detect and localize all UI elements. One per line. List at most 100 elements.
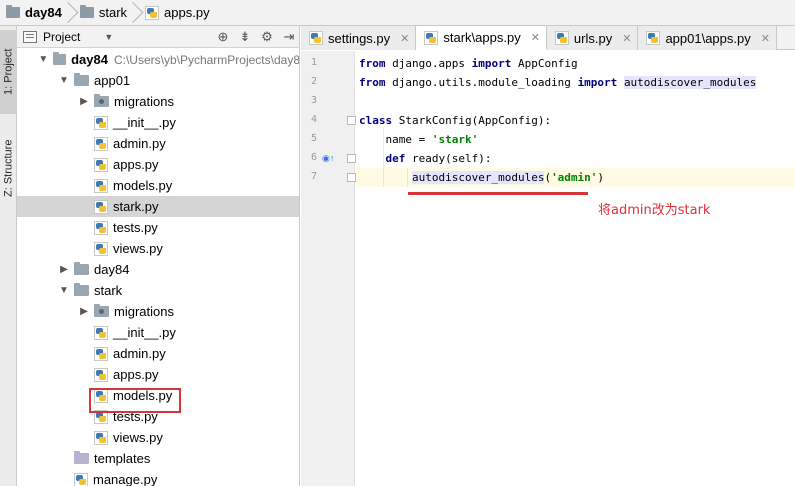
- project-view-dropdown[interactable]: Project: [43, 30, 80, 44]
- python-file-icon: [94, 157, 108, 172]
- code-token: autodiscover_modules: [623, 76, 757, 89]
- tree-item[interactable]: ▶ day84: [17, 259, 299, 280]
- folder-icon: [74, 73, 89, 86]
- close-icon[interactable]: ✕: [761, 32, 770, 45]
- tree-item[interactable]: admin.py: [17, 343, 299, 364]
- tree-item[interactable]: admin.py: [17, 133, 299, 154]
- chevron-down-icon[interactable]: ▼: [37, 54, 50, 65]
- code-line[interactable]: from django.utils.module_loading import …: [359, 73, 757, 92]
- tree-item-label: tests.py: [113, 220, 158, 235]
- tree-item[interactable]: models.py: [17, 175, 299, 196]
- editor-tab[interactable]: settings.py ✕: [301, 26, 417, 50]
- tree-item[interactable]: views.py: [17, 427, 299, 448]
- code-token: ready(self):: [405, 152, 492, 165]
- tool-window-strip: 1: Project Z: Structure: [0, 26, 17, 486]
- locate-target-icon[interactable]: ⊕: [215, 29, 231, 45]
- tree-item-label: admin.py: [113, 346, 166, 361]
- chevron-right-icon[interactable]: ▶: [57, 264, 71, 275]
- tree-item-label: stark: [94, 283, 123, 298]
- python-file-icon: [94, 178, 108, 193]
- editor-tab[interactable]: urls.py ✕: [546, 26, 639, 50]
- package-folder-icon: [94, 304, 109, 317]
- breadcrumb-item[interactable]: apps.py: [143, 2, 214, 24]
- code-line[interactable]: def ready(self):: [359, 149, 492, 168]
- override-method-icon[interactable]: ◉↑: [322, 153, 334, 164]
- tree-item[interactable]: apps.py: [17, 154, 299, 175]
- line-number: 5: [310, 133, 317, 144]
- python-file-icon: [94, 367, 108, 382]
- project-view-icon: [23, 30, 37, 43]
- tree-item-label: views.py: [113, 241, 163, 256]
- python-file-icon: [94, 115, 108, 130]
- editor-tab-bar: settings.py ✕ stark\apps.py ✕ urls.py ✕ app01\…: [301, 26, 795, 50]
- tree-item[interactable]: __init__.py: [17, 112, 299, 133]
- python-file-icon: [424, 30, 439, 45]
- navigation-breadcrumb: day84 stark apps.py: [0, 0, 795, 26]
- tree-item-label: views.py: [113, 430, 163, 445]
- chevron-right-icon[interactable]: ▶: [77, 306, 91, 317]
- code-line[interactable]: autodiscover_modules('admin'): [359, 168, 604, 187]
- chevron-right-icon[interactable]: ▶: [77, 96, 91, 107]
- python-file-icon: [94, 136, 108, 151]
- code-line[interactable]: name = 'stark': [359, 130, 478, 149]
- tree-item-label: migrations: [114, 94, 174, 109]
- project-tool-tab[interactable]: 1: Project: [0, 30, 17, 114]
- tree-item-label: models.py: [113, 178, 173, 193]
- structure-tool-tab[interactable]: Z: Structure: [0, 120, 17, 216]
- tree-item[interactable]: ▼ stark: [17, 280, 299, 301]
- editor-tab[interactable]: app01\apps.py ✕: [638, 26, 777, 50]
- templates-folder-icon: [74, 451, 89, 464]
- tree-item[interactable]: manage.py: [17, 469, 299, 486]
- folder-icon: [74, 283, 89, 296]
- line-number: 3: [310, 95, 317, 106]
- tree-item[interactable]: tests.py: [17, 217, 299, 238]
- tree-item-label: manage.py: [93, 472, 158, 486]
- code-line[interactable]: class StarkConfig(AppConfig):: [359, 111, 551, 130]
- tree-item[interactable]: templates: [17, 448, 299, 469]
- editor-tab[interactable]: stark\apps.py ✕: [416, 26, 547, 50]
- gear-icon[interactable]: ⚙: [259, 29, 275, 45]
- chevron-down-icon[interactable]: ▼: [57, 75, 71, 86]
- tree-item[interactable]: ▶ migrations: [17, 301, 299, 322]
- chevron-down-icon[interactable]: ▼: [104, 32, 113, 42]
- close-icon[interactable]: ✕: [400, 32, 409, 45]
- tree-item[interactable]: ▼ day84 C:\Users\yb\PycharmProjects\day8: [17, 49, 299, 70]
- close-icon[interactable]: ✕: [622, 32, 631, 45]
- annotation-text: 将admin改为stark: [598, 203, 711, 218]
- python-file-icon: [94, 325, 108, 340]
- package-folder-icon: [94, 94, 109, 107]
- code-token: import: [577, 76, 618, 89]
- tree-item-label: apps.py: [113, 367, 159, 382]
- breadcrumb-item-label: apps.py: [164, 5, 210, 20]
- tree-item[interactable]: stark.py: [17, 196, 299, 217]
- tree-item[interactable]: __init__.py: [17, 322, 299, 343]
- editor-tab-label: app01\apps.py: [665, 30, 751, 46]
- tree-item-label: templates: [94, 451, 151, 466]
- tree-item[interactable]: views.py: [17, 238, 299, 259]
- chevron-down-icon[interactable]: ▼: [57, 285, 71, 296]
- close-icon[interactable]: ✕: [531, 31, 540, 44]
- code-token: django.apps: [385, 57, 472, 70]
- code-token: name =: [359, 133, 432, 146]
- tree-item[interactable]: ▼ app01: [17, 70, 299, 91]
- folder-icon: [6, 5, 20, 18]
- python-file-icon: [145, 5, 160, 20]
- line-number: 1: [310, 57, 317, 68]
- line-number: 4: [310, 114, 317, 125]
- code-editor[interactable]: 1 2 3 4 5 6 7 ◉↑ from django.apps import AppCon…: [301, 51, 795, 486]
- tree-item[interactable]: ▶ migrations: [17, 91, 299, 112]
- breadcrumb-separator: [66, 2, 76, 24]
- python-file-icon: [94, 220, 108, 235]
- fold-marker-icon[interactable]: [347, 154, 356, 163]
- code-token: class: [359, 114, 393, 127]
- tree-item[interactable]: apps.py: [17, 364, 299, 385]
- project-panel-header: Project ▼ ⊕ ⇟ ⚙ ⇥: [17, 26, 299, 48]
- hide-panel-icon[interactable]: ⇥: [281, 29, 297, 45]
- collapse-all-icon[interactable]: ⇟: [237, 29, 253, 45]
- code-line[interactable]: from django.apps import AppConfig: [359, 54, 578, 73]
- python-file-icon: [94, 346, 108, 361]
- fold-end-icon[interactable]: [347, 173, 356, 182]
- fold-marker-icon[interactable]: [347, 116, 356, 125]
